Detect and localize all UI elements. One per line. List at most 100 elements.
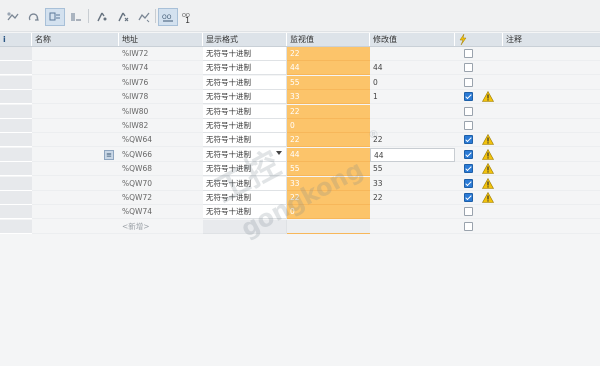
table-row[interactable]: %IW76 无符号十进制 55 0 (0, 75, 600, 90)
modify-checkbox[interactable] (464, 121, 473, 130)
address-cell[interactable]: %QW66 (119, 148, 203, 162)
row-index-cell[interactable] (0, 90, 32, 105)
table-row[interactable]: %QW70 无符号十进制 33 33 (0, 176, 600, 191)
comment-cell[interactable] (503, 76, 600, 90)
display-format-cell[interactable]: 无符号十进制 (203, 162, 287, 177)
monitor-value-header[interactable]: 监视值 (287, 33, 370, 46)
force-one-icon[interactable]: OO 1 (178, 8, 198, 26)
modify-checkbox[interactable] (464, 49, 473, 58)
table-row[interactable]: %IW82 无符号十进制 0 (0, 119, 600, 133)
name-cell[interactable] (32, 105, 119, 119)
address-cell[interactable]: %QW64 (119, 133, 203, 148)
display-format-cell[interactable]: 无符号十进制 (203, 104, 287, 119)
row-index-cell[interactable] (0, 119, 32, 133)
name-cell[interactable] (32, 177, 119, 191)
modify-checkbox[interactable] (464, 178, 473, 188)
display-options-icon[interactable] (66, 8, 86, 26)
name-cell[interactable] (32, 119, 119, 133)
modify-checkbox[interactable] (464, 164, 473, 174)
display-format-cell[interactable]: 无符号十进制 (203, 176, 287, 191)
display-format-cell[interactable]: 无符号十进制 (203, 119, 287, 133)
name-cell[interactable] (32, 61, 119, 76)
display-format-cell[interactable]: 无符号十进制 (203, 205, 287, 220)
display-format-cell[interactable]: 无符号十进制 (203, 75, 287, 90)
comment-cell[interactable] (503, 105, 600, 119)
comment-cell[interactable] (503, 162, 600, 177)
row-index-cell[interactable] (0, 75, 32, 90)
table-row[interactable]: %IW74 无符号十进制 44 44 (0, 61, 600, 76)
display-format-cell[interactable]: 无符号十进制 (203, 61, 287, 76)
row-index-cell[interactable] (0, 61, 32, 76)
name-cell[interactable] (32, 162, 119, 177)
modify-checkbox[interactable] (464, 77, 473, 87)
modify-checkbox[interactable] (464, 207, 473, 217)
modify-value-cell[interactable] (370, 119, 455, 133)
address-cell[interactable]: %QW70 (119, 177, 203, 191)
show-expanded-icon[interactable] (45, 8, 65, 26)
address-header[interactable]: 地址 (119, 33, 203, 46)
force-icon[interactable]: OO (158, 8, 178, 26)
modify-value-cell[interactable] (370, 105, 455, 119)
row-index-cell[interactable] (0, 104, 32, 119)
comment-cell[interactable] (503, 133, 600, 148)
name-cell[interactable] (32, 76, 119, 90)
address-cell[interactable]: %QW72 (119, 191, 203, 205)
comment-cell[interactable] (503, 220, 600, 234)
modify-value-cell[interactable]: 22 (370, 133, 455, 148)
table-row[interactable]: %QW66 无符号十进制 44 44 ≡ (0, 147, 600, 162)
modify-value-header[interactable]: 修改值 (370, 33, 455, 46)
comment-cell[interactable] (503, 177, 600, 191)
modify-value-cell[interactable]: 55 (370, 162, 455, 177)
monitor-once-icon[interactable] (134, 8, 154, 26)
address-cell[interactable]: %QW68 (119, 162, 203, 177)
address-cell[interactable]: %IW72 (119, 47, 203, 61)
row-index-cell[interactable] (0, 205, 32, 220)
name-cell[interactable] (32, 47, 119, 61)
row-index-cell[interactable] (0, 147, 32, 162)
table-row[interactable]: %QW64 无符号十进制 22 22 (0, 133, 600, 148)
modify-checkbox[interactable] (464, 63, 473, 73)
comment-cell[interactable] (503, 47, 600, 61)
modify-once-icon[interactable] (92, 8, 112, 26)
address-cell[interactable]: %IW76 (119, 76, 203, 90)
monitor-all-icon[interactable] (3, 8, 23, 26)
comment-cell[interactable] (503, 90, 600, 105)
modify-checkbox[interactable] (464, 149, 473, 159)
comment-cell[interactable] (503, 205, 600, 220)
address-cell[interactable]: %IW74 (119, 61, 203, 76)
row-index-cell[interactable] (0, 133, 32, 148)
display-format-cell[interactable]: 无符号十进制 (203, 90, 287, 105)
table-row[interactable]: %QW72 无符号十进制 22 22 (0, 191, 600, 205)
table-row[interactable]: %IW72 无符号十进制 22 (0, 47, 600, 61)
modify-value-cell[interactable]: 1 (370, 90, 455, 105)
name-cell[interactable] (32, 220, 119, 234)
modify-value-cell[interactable]: 33 (370, 177, 455, 191)
row-index-cell[interactable] (0, 191, 32, 205)
display-format-cell[interactable]: 无符号十进制 (203, 191, 287, 205)
address-cell[interactable]: %IW78 (119, 90, 203, 105)
modify-value-cell[interactable] (370, 205, 455, 220)
chevron-down-icon[interactable] (276, 150, 282, 155)
modify-value-cell[interactable]: 22 (370, 191, 455, 205)
address-cell[interactable]: %QW74 (119, 205, 203, 220)
modify-checkbox[interactable] (464, 193, 473, 202)
comment-header[interactable]: 注释 (503, 33, 600, 46)
display-format-cell[interactable]: 无符号十进制 (203, 47, 287, 61)
modify-checkbox[interactable] (464, 135, 473, 145)
row-index-cell[interactable] (0, 176, 32, 191)
modify-checkbox[interactable] (464, 92, 473, 102)
display-format-header[interactable]: 显示格式 (203, 33, 287, 46)
display-format-cell[interactable]: 无符号十进制 (203, 133, 287, 148)
row-selector-icon[interactable]: ≡ (104, 149, 114, 160)
table-row[interactable]: %IW78 无符号十进制 33 1 (0, 90, 600, 105)
name-cell[interactable] (32, 133, 119, 148)
modify-value-cell[interactable]: 44 (370, 147, 455, 162)
modify-value-cell[interactable] (370, 47, 455, 61)
row-index-cell[interactable] (0, 47, 32, 61)
name-cell[interactable] (32, 205, 119, 220)
name-cell[interactable] (32, 191, 119, 205)
refresh-icon[interactable] (24, 8, 44, 26)
display-format-cell[interactable]: 无符号十进制 (203, 147, 287, 162)
add-new-cell[interactable]: <新增> (119, 220, 203, 234)
name-cell[interactable] (32, 90, 119, 105)
